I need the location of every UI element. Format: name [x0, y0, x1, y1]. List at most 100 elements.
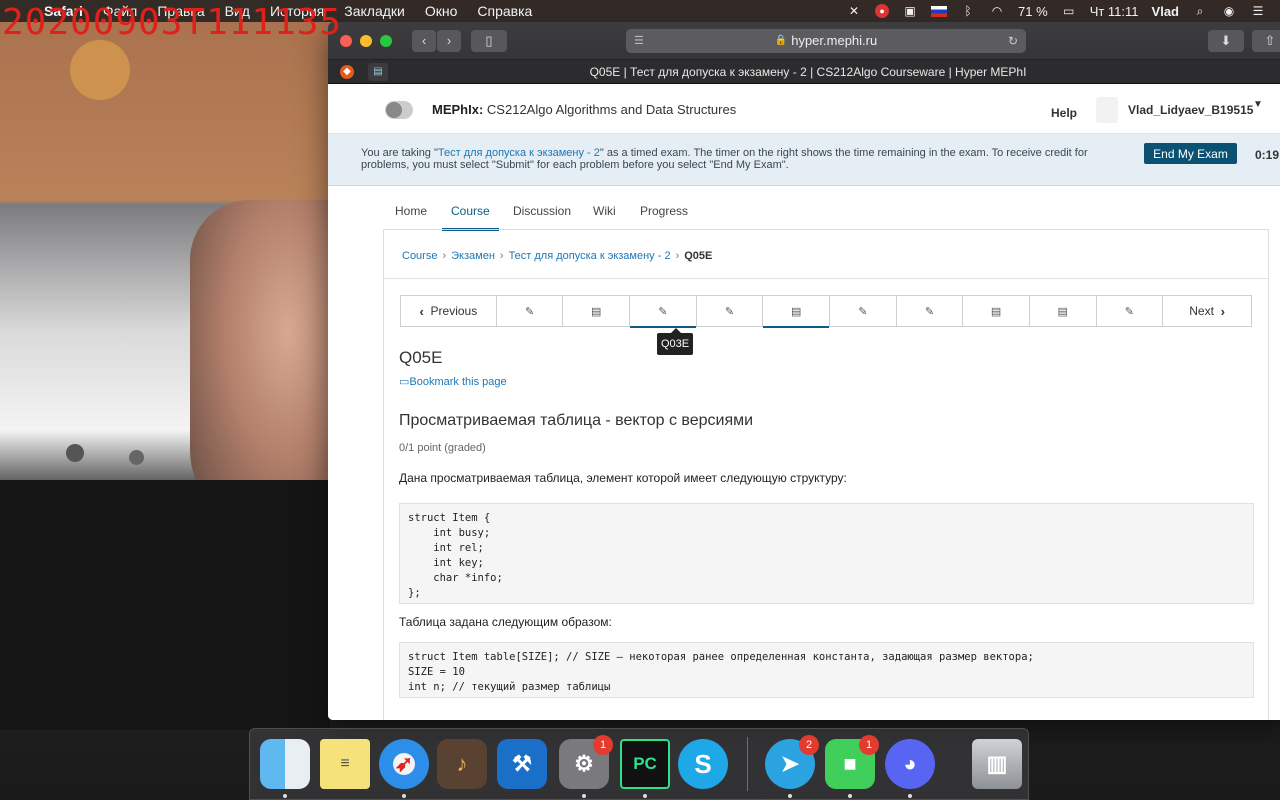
- edit-icon: ✎: [524, 305, 535, 318]
- menu-bookmarks[interactable]: Закладки: [344, 3, 405, 19]
- exam-link[interactable]: Тест для допуска к экзамену - 2: [438, 147, 600, 159]
- menu-help[interactable]: Справка: [477, 3, 532, 19]
- menu-toggle[interactable]: [385, 101, 413, 119]
- facetime-icon[interactable]: ■ 1: [825, 735, 879, 789]
- edit-icon: ✎: [724, 305, 735, 318]
- dock: ≡ ➶ ♪ ⚒ ⚙ 1 PC S ➤ 2 ■ 1 ◕ ▥: [249, 728, 1029, 800]
- notification-center-icon[interactable]: ☰: [1250, 4, 1266, 18]
- sysprefs-badge: 1: [593, 735, 613, 755]
- sequence-unit-problem[interactable]: ✎: [697, 296, 764, 326]
- browser-toolbar: ‹ › ▯ ☰ 🔒 hyper.mephi.ru ↻ ⬇ ⇧: [328, 22, 1280, 60]
- siri-icon[interactable]: ◉: [1221, 4, 1237, 18]
- sequence-unit-problem[interactable]: ✎: [897, 296, 964, 326]
- edit-icon: ✎: [658, 305, 668, 318]
- system-preferences-icon[interactable]: ⚙ 1: [559, 735, 613, 789]
- chevron-right-icon: ›: [1220, 303, 1225, 319]
- finder-icon[interactable]: [260, 739, 310, 789]
- end-my-exam-button[interactable]: End My Exam: [1144, 143, 1237, 164]
- tab-discussion[interactable]: Discussion: [513, 204, 571, 218]
- breadcrumb-exam[interactable]: Экзамен: [451, 250, 495, 262]
- breadcrumb-course[interactable]: Course: [402, 250, 437, 262]
- active-tab-title[interactable]: Q05E | Тест для допуска к экзамену - 2 |…: [328, 65, 1280, 79]
- battery-percent[interactable]: 71 %: [1018, 4, 1048, 19]
- book-icon: ▤: [990, 305, 1002, 318]
- book-icon: ▤: [1057, 305, 1068, 318]
- next-button[interactable]: Next ›: [1163, 296, 1251, 326]
- reload-icon[interactable]: ↻: [1008, 34, 1018, 48]
- running-indicator: [643, 794, 647, 798]
- share-button[interactable]: ⇧: [1252, 29, 1280, 52]
- running-indicator: [908, 794, 912, 798]
- sequence-unit-book[interactable]: ▤: [963, 296, 1030, 326]
- exam-timer: 0:19:: [1255, 148, 1280, 162]
- sidebar-icon: ▯: [485, 32, 493, 48]
- unit-title: Q05E: [399, 348, 443, 367]
- breadcrumb-separator-icon: ›: [675, 250, 680, 262]
- telegram-icon[interactable]: ➤ 2: [765, 735, 819, 789]
- next-label: Next: [1189, 304, 1214, 318]
- back-button[interactable]: ‹: [412, 29, 436, 52]
- wifi-icon[interactable]: ◠: [989, 4, 1005, 18]
- safari-window: ‹ › ▯ ☰ 🔒 hyper.mephi.ru ↻ ⬇ ⇧ ◆ ▤ Q05E …: [328, 22, 1280, 720]
- fullscreen-window-button[interactable]: [380, 34, 392, 47]
- breadcrumb-current: Q05E: [684, 250, 713, 262]
- avatar[interactable]: [1096, 97, 1118, 123]
- tab-wiki[interactable]: Wiki: [593, 204, 616, 218]
- username[interactable]: Vlad_Lidyaev_B19515: [1128, 103, 1253, 117]
- sequence-navigation: ‹ Previous ✎ ▤ ✎ ✎ ▤ ✎ ✎ ▤ ▤ ✎ Next ›: [400, 295, 1252, 328]
- org-name: MEPhIx:: [432, 102, 484, 117]
- lock-icon: 🔒: [774, 35, 788, 46]
- problem-title: Просматриваемая таблица - вектор с верси…: [399, 412, 754, 429]
- recording-timestamp: 20200903T111135: [2, 2, 343, 43]
- xcode-icon[interactable]: ⚒: [497, 739, 547, 789]
- shadow-area: [0, 480, 330, 730]
- address-bar[interactable]: ☰ 🔒 hyper.mephi.ru ↻: [626, 28, 1026, 53]
- unit-tooltip: Q03E: [657, 328, 694, 355]
- forward-button[interactable]: ›: [437, 29, 461, 52]
- caret-down-icon[interactable]: ▼: [1253, 99, 1263, 110]
- previous-button[interactable]: ‹ Previous: [401, 296, 497, 326]
- pycharm-icon[interactable]: PC: [620, 739, 670, 789]
- notes-icon[interactable]: ≡: [320, 739, 370, 789]
- breadcrumb-test[interactable]: Тест для допуска к экзамену - 2: [509, 250, 671, 262]
- downloads-button[interactable]: ⬇: [1208, 29, 1244, 52]
- sequence-unit-book[interactable]: ▤: [563, 296, 631, 326]
- garageband-icon[interactable]: ♪: [437, 739, 487, 789]
- sequence-unit-book-current[interactable]: ▤: [763, 296, 830, 328]
- bookmark-link[interactable]: ▭Bookmark this page: [399, 375, 507, 388]
- flag-ru-icon[interactable]: [931, 5, 948, 17]
- reader-view-icon[interactable]: ☰: [634, 34, 644, 47]
- skype-icon[interactable]: S: [678, 739, 728, 789]
- display-icon[interactable]: ▣: [902, 4, 918, 18]
- tab-progress[interactable]: Progress: [640, 204, 688, 218]
- notification-badge-icon[interactable]: ●: [875, 4, 890, 18]
- sequence-unit-problem[interactable]: ✎: [630, 296, 697, 328]
- spotlight-search-icon[interactable]: ⌕: [1192, 4, 1208, 18]
- running-indicator: [788, 794, 792, 798]
- discord-icon[interactable]: ◕: [885, 739, 935, 789]
- minimize-window-button[interactable]: [360, 34, 372, 47]
- url-text: hyper.mephi.ru: [791, 33, 878, 48]
- sequence-unit-book[interactable]: ▤: [1030, 296, 1097, 326]
- book-icon: ▤: [591, 305, 602, 318]
- mute-icon[interactable]: ✕: [846, 4, 862, 18]
- trash-icon[interactable]: ▥: [972, 739, 1022, 789]
- sequence-unit-problem[interactable]: ✎: [497, 296, 564, 326]
- dock-separator: [747, 737, 748, 791]
- tab-home[interactable]: Home: [395, 204, 427, 218]
- sequence-unit-problem[interactable]: ✎: [830, 296, 897, 326]
- bluetooth-icon[interactable]: ᛒ: [960, 4, 976, 18]
- exam-message: You are taking "Тест для допуска к экзам…: [361, 147, 1101, 171]
- breadcrumb-separator-icon: ›: [499, 250, 504, 262]
- tab-course[interactable]: Course: [451, 204, 490, 218]
- sidebar-toggle-button[interactable]: ▯: [471, 29, 507, 52]
- clock[interactable]: Чт 11:11: [1090, 4, 1139, 19]
- safari-icon[interactable]: ➶: [379, 739, 429, 789]
- menu-window[interactable]: Окно: [425, 3, 458, 19]
- sequence-unit-problem[interactable]: ✎: [1097, 296, 1164, 326]
- user-menu[interactable]: Vlad: [1152, 4, 1179, 19]
- course-navigation: Home Course Discussion Wiki Progress: [328, 186, 1280, 231]
- battery-icon[interactable]: ▭: [1061, 4, 1077, 18]
- help-link[interactable]: Help: [1051, 106, 1077, 120]
- course-name: CS212Algo Algorithms and Data Structures: [486, 102, 737, 117]
